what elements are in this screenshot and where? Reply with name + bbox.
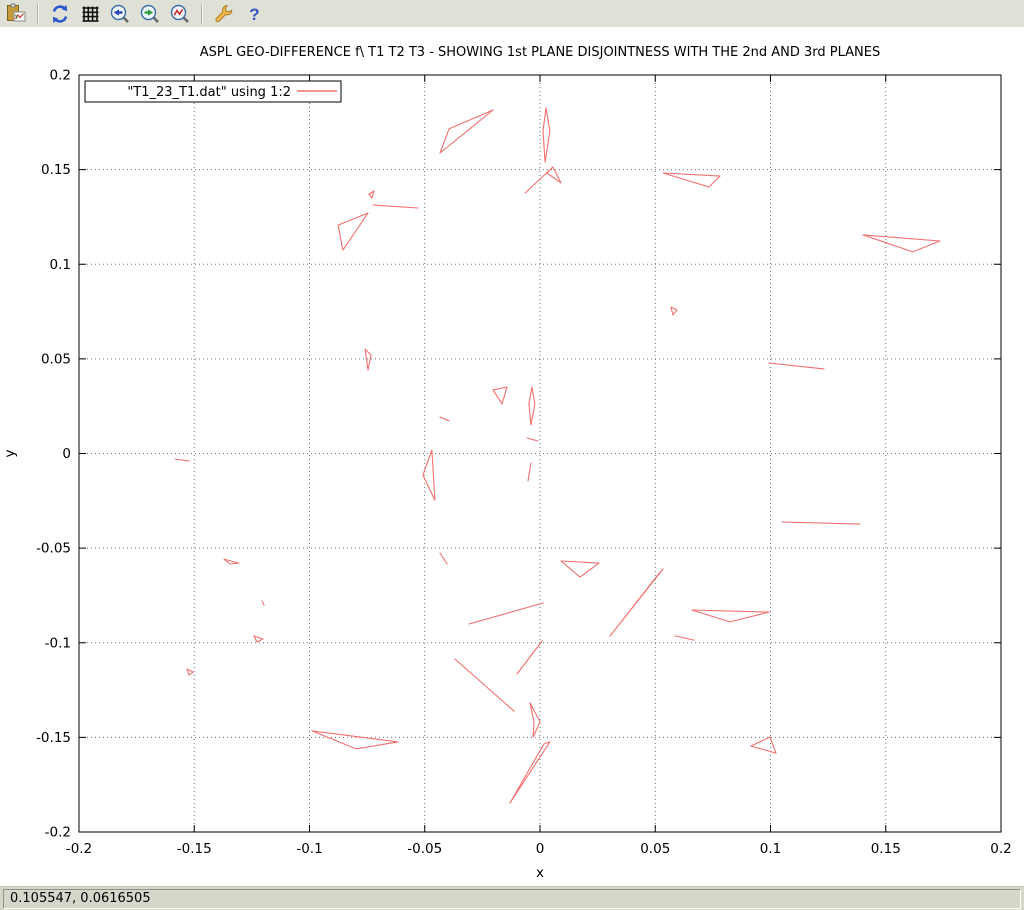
copy-to-clipboard-button[interactable] [3, 2, 29, 26]
autoscale-icon [169, 3, 191, 25]
data-shape [369, 191, 374, 198]
data-shape [663, 173, 720, 187]
data-shape [469, 603, 543, 624]
zoom-next-button[interactable] [137, 2, 163, 26]
y-tick-label: -0.15 [36, 730, 71, 746]
data-shape [262, 601, 264, 605]
plot-area: -0.2 -0.15 -0.1 -0.05 0 0.05 0.1 0.15 0.2 -0.2 -0.… [0, 27, 1024, 886]
toolbar-separator [201, 4, 203, 24]
x-tick-label: 0.1 [760, 841, 781, 857]
data-shape [671, 307, 677, 315]
x-axis-label: x [536, 865, 544, 881]
data-shape [610, 569, 663, 636]
data-shape [782, 522, 860, 524]
zoom-next-icon [139, 3, 161, 25]
help-button[interactable]: ? [241, 2, 267, 26]
status-bar: 0.105547, 0.0616505 [0, 886, 1024, 910]
y-tick-label: 0.1 [50, 257, 71, 273]
x-tick-label: -0.15 [177, 841, 212, 857]
data-shape [675, 636, 694, 640]
wrench-icon [213, 3, 235, 25]
data-shape [530, 703, 540, 737]
y-tick-label: -0.1 [45, 635, 71, 651]
zoom-previous-icon [109, 3, 131, 25]
data-shape [224, 559, 239, 564]
y-axis-label: y [2, 450, 18, 458]
data-shape [863, 235, 940, 252]
x-tick-label: 0.15 [871, 841, 901, 857]
plot-canvas[interactable]: -0.2 -0.15 -0.1 -0.05 0 0.05 0.1 0.15 0.2 -0.2 -0.… [0, 27, 1024, 886]
coordinate-readout: 0.105547, 0.0616505 [3, 889, 1021, 909]
apply-autoscale-button[interactable] [167, 2, 193, 26]
y-tick-label: -0.05 [36, 541, 71, 557]
zoom-previous-button[interactable] [107, 2, 133, 26]
toolbar: ? [0, 0, 1024, 27]
data-shape [187, 669, 193, 675]
data-shape [527, 438, 538, 441]
data-shape [365, 349, 371, 370]
chart-title: ASPL GEO-DIFFERENCE f\ T1 T2 T3 - SHOWIN… [200, 45, 881, 60]
data-shape [338, 213, 368, 250]
data-shape [529, 387, 535, 425]
data-shape [493, 387, 507, 404]
data-shape [175, 459, 189, 461]
data-shape [751, 737, 776, 753]
data-shape [543, 108, 550, 162]
toggle-grid-button[interactable] [77, 2, 103, 26]
y-tick-label: 0.15 [41, 162, 71, 178]
clipboard-icon [5, 3, 27, 25]
y-tick-label: 0.2 [50, 68, 71, 84]
data-shape [692, 610, 769, 622]
grid-icon [79, 3, 101, 25]
data-shape [440, 110, 493, 153]
data-shape [561, 561, 599, 577]
data-shape [373, 205, 418, 208]
x-tick-label: 0.05 [640, 841, 670, 857]
data-shape [525, 167, 561, 193]
x-tick-label: -0.2 [66, 841, 92, 857]
data-shape [254, 636, 263, 642]
refresh-icon [49, 3, 71, 25]
x-tick-label: 0.2 [990, 841, 1011, 857]
x-tick-label: 0 [536, 841, 545, 857]
x-tick-label: -0.1 [296, 841, 322, 857]
data-shape [517, 641, 542, 674]
data-shape [769, 363, 824, 369]
y-tick-label: 0 [62, 446, 71, 462]
data-shape [312, 731, 398, 749]
data-shape [528, 463, 531, 481]
toolbar-separator [37, 4, 39, 24]
y-tick-label: -0.2 [45, 825, 71, 841]
question-mark-icon: ? [243, 3, 265, 25]
data-shape [510, 742, 550, 803]
data-shape [440, 553, 447, 564]
data-shape [455, 659, 514, 711]
data-shape [440, 417, 449, 421]
y-tick-label: 0.05 [41, 351, 71, 367]
legend-label: "T1_23_T1.dat" using 1:2 [127, 85, 291, 100]
x-tick-label: -0.05 [407, 841, 442, 857]
configure-button[interactable] [211, 2, 237, 26]
replot-button[interactable] [47, 2, 73, 26]
svg-text:?: ? [249, 5, 259, 24]
